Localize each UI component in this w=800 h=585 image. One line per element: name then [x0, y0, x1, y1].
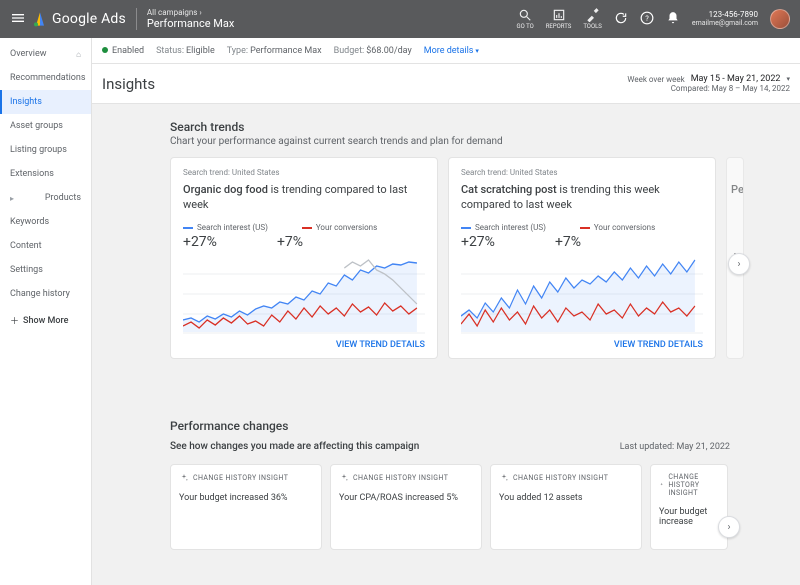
status-enabled[interactable]: Enabled: [102, 46, 144, 56]
refresh-icon[interactable]: [614, 11, 628, 28]
main: Enabled Status:Eligible Type:Performance…: [92, 38, 800, 585]
perf-card[interactable]: CHANGE HISTORY INSIGHT Your budget incre…: [170, 464, 322, 550]
hamburger-menu-icon[interactable]: [10, 10, 26, 29]
dropdown-icon: ▾: [786, 75, 790, 83]
help-icon[interactable]: ?: [640, 11, 654, 28]
reports-tool[interactable]: REPORTS: [546, 8, 572, 30]
sparkle-icon: [179, 473, 189, 483]
sidebar-item-settings[interactable]: Settings: [0, 258, 91, 282]
plus-icon: ＋: [10, 314, 19, 327]
brand-logo[interactable]: Google Ads: [32, 11, 126, 27]
status-dot-icon: [102, 47, 108, 53]
sidebar-item-keywords[interactable]: Keywords: [0, 210, 91, 234]
avatar[interactable]: [770, 9, 790, 29]
svg-text:?: ?: [645, 13, 649, 22]
campaign-type: Type:Performance Max: [227, 46, 322, 56]
sidebar-item-insights[interactable]: Insights: [0, 90, 91, 114]
page-title: Insights: [102, 75, 155, 93]
search-interest-delta: +27%: [461, 234, 495, 250]
trend-cards-row: Search trend: United States Organic dog …: [170, 157, 800, 359]
trend-card[interactable]: Search trend: United States Organic dog …: [170, 157, 438, 359]
sparkle-icon: [499, 473, 509, 483]
sidebar-item-change-history[interactable]: Change history: [0, 282, 91, 306]
home-icon: ⌂: [76, 50, 81, 59]
sidebar-item-extensions[interactable]: Extensions: [0, 162, 91, 186]
top-bar: Google Ads All campaigns › Performance M…: [0, 0, 800, 38]
search-trends-subtitle: Chart your performance against current s…: [170, 136, 800, 147]
date-range-picker[interactable]: Week over weekMay 15 - May 21, 2022▾ Com…: [627, 74, 790, 93]
sidebar-item-overview[interactable]: Overview⌂: [0, 42, 91, 66]
sidebar-show-more[interactable]: ＋Show More: [0, 306, 91, 335]
perf-card[interactable]: CHANGE HISTORY INSIGHT You added 12 asse…: [490, 464, 642, 550]
perf-card[interactable]: CHANGE HISTORY INSIGHT Your CPA/ROAS inc…: [330, 464, 482, 550]
last-updated: Last updated: May 21, 2022: [620, 442, 800, 452]
notifications-icon[interactable]: [666, 11, 680, 28]
scroll-right-button[interactable]: ›: [728, 253, 750, 275]
campaign-status-bar: Enabled Status:Eligible Type:Performance…: [92, 38, 800, 64]
sparkle-icon: [339, 473, 349, 483]
scroll-right-button[interactable]: ›: [718, 516, 740, 538]
page-header: Insights Week over weekMay 15 - May 21, …: [92, 64, 800, 104]
search-trends-title: Search trends: [170, 120, 800, 134]
conversions-delta: +7%: [277, 234, 303, 250]
trend-card[interactable]: Search trend: United States Cat scratchi…: [448, 157, 716, 359]
sidebar-item-asset-groups[interactable]: Asset groups: [0, 114, 91, 138]
view-trend-details-link[interactable]: VIEW TREND DETAILS: [461, 334, 703, 352]
chevron-right-icon: ›: [737, 259, 740, 270]
sidebar-item-recommendations[interactable]: Recommendations: [0, 66, 91, 90]
trend-chart: [461, 254, 703, 334]
sidebar-item-listing-groups[interactable]: Listing groups: [0, 138, 91, 162]
goto-tool[interactable]: GO TO: [517, 8, 534, 30]
divider: [136, 8, 137, 30]
breadcrumb[interactable]: All campaigns › Performance Max: [147, 8, 234, 31]
perf-card-peek[interactable]: CHANGE HISTORY INSIGHT Your budget incre…: [650, 464, 728, 550]
sidebar: Overview⌂ Recommendations Insights Asset…: [0, 38, 92, 585]
brand-text: Google Ads: [52, 11, 126, 27]
sidebar-item-content[interactable]: Content: [0, 234, 91, 258]
search-interest-delta: +27%: [183, 234, 217, 250]
status-eligible: Status:Eligible: [156, 46, 215, 56]
more-details-link[interactable]: More details▾: [424, 46, 479, 56]
sidebar-item-products[interactable]: ▸Products: [0, 186, 91, 210]
view-trend-details-link[interactable]: VIEW TREND DETAILS: [183, 334, 425, 352]
chevron-right-icon: ▸: [10, 194, 14, 203]
performance-changes-section: Performance changes See how changes you …: [170, 419, 800, 550]
account-info[interactable]: 123-456-7890 emailme@gmail.com: [692, 11, 758, 27]
tools-tool[interactable]: TOOLS: [583, 8, 602, 30]
trend-chart: [183, 254, 425, 334]
chevron-right-icon: ›: [727, 522, 730, 533]
sparkle-icon: [659, 480, 664, 490]
chevron-down-icon: ▾: [475, 47, 479, 55]
campaign-budget: Budget:$68.00/day: [334, 46, 412, 56]
conversions-delta: +7%: [555, 234, 581, 250]
